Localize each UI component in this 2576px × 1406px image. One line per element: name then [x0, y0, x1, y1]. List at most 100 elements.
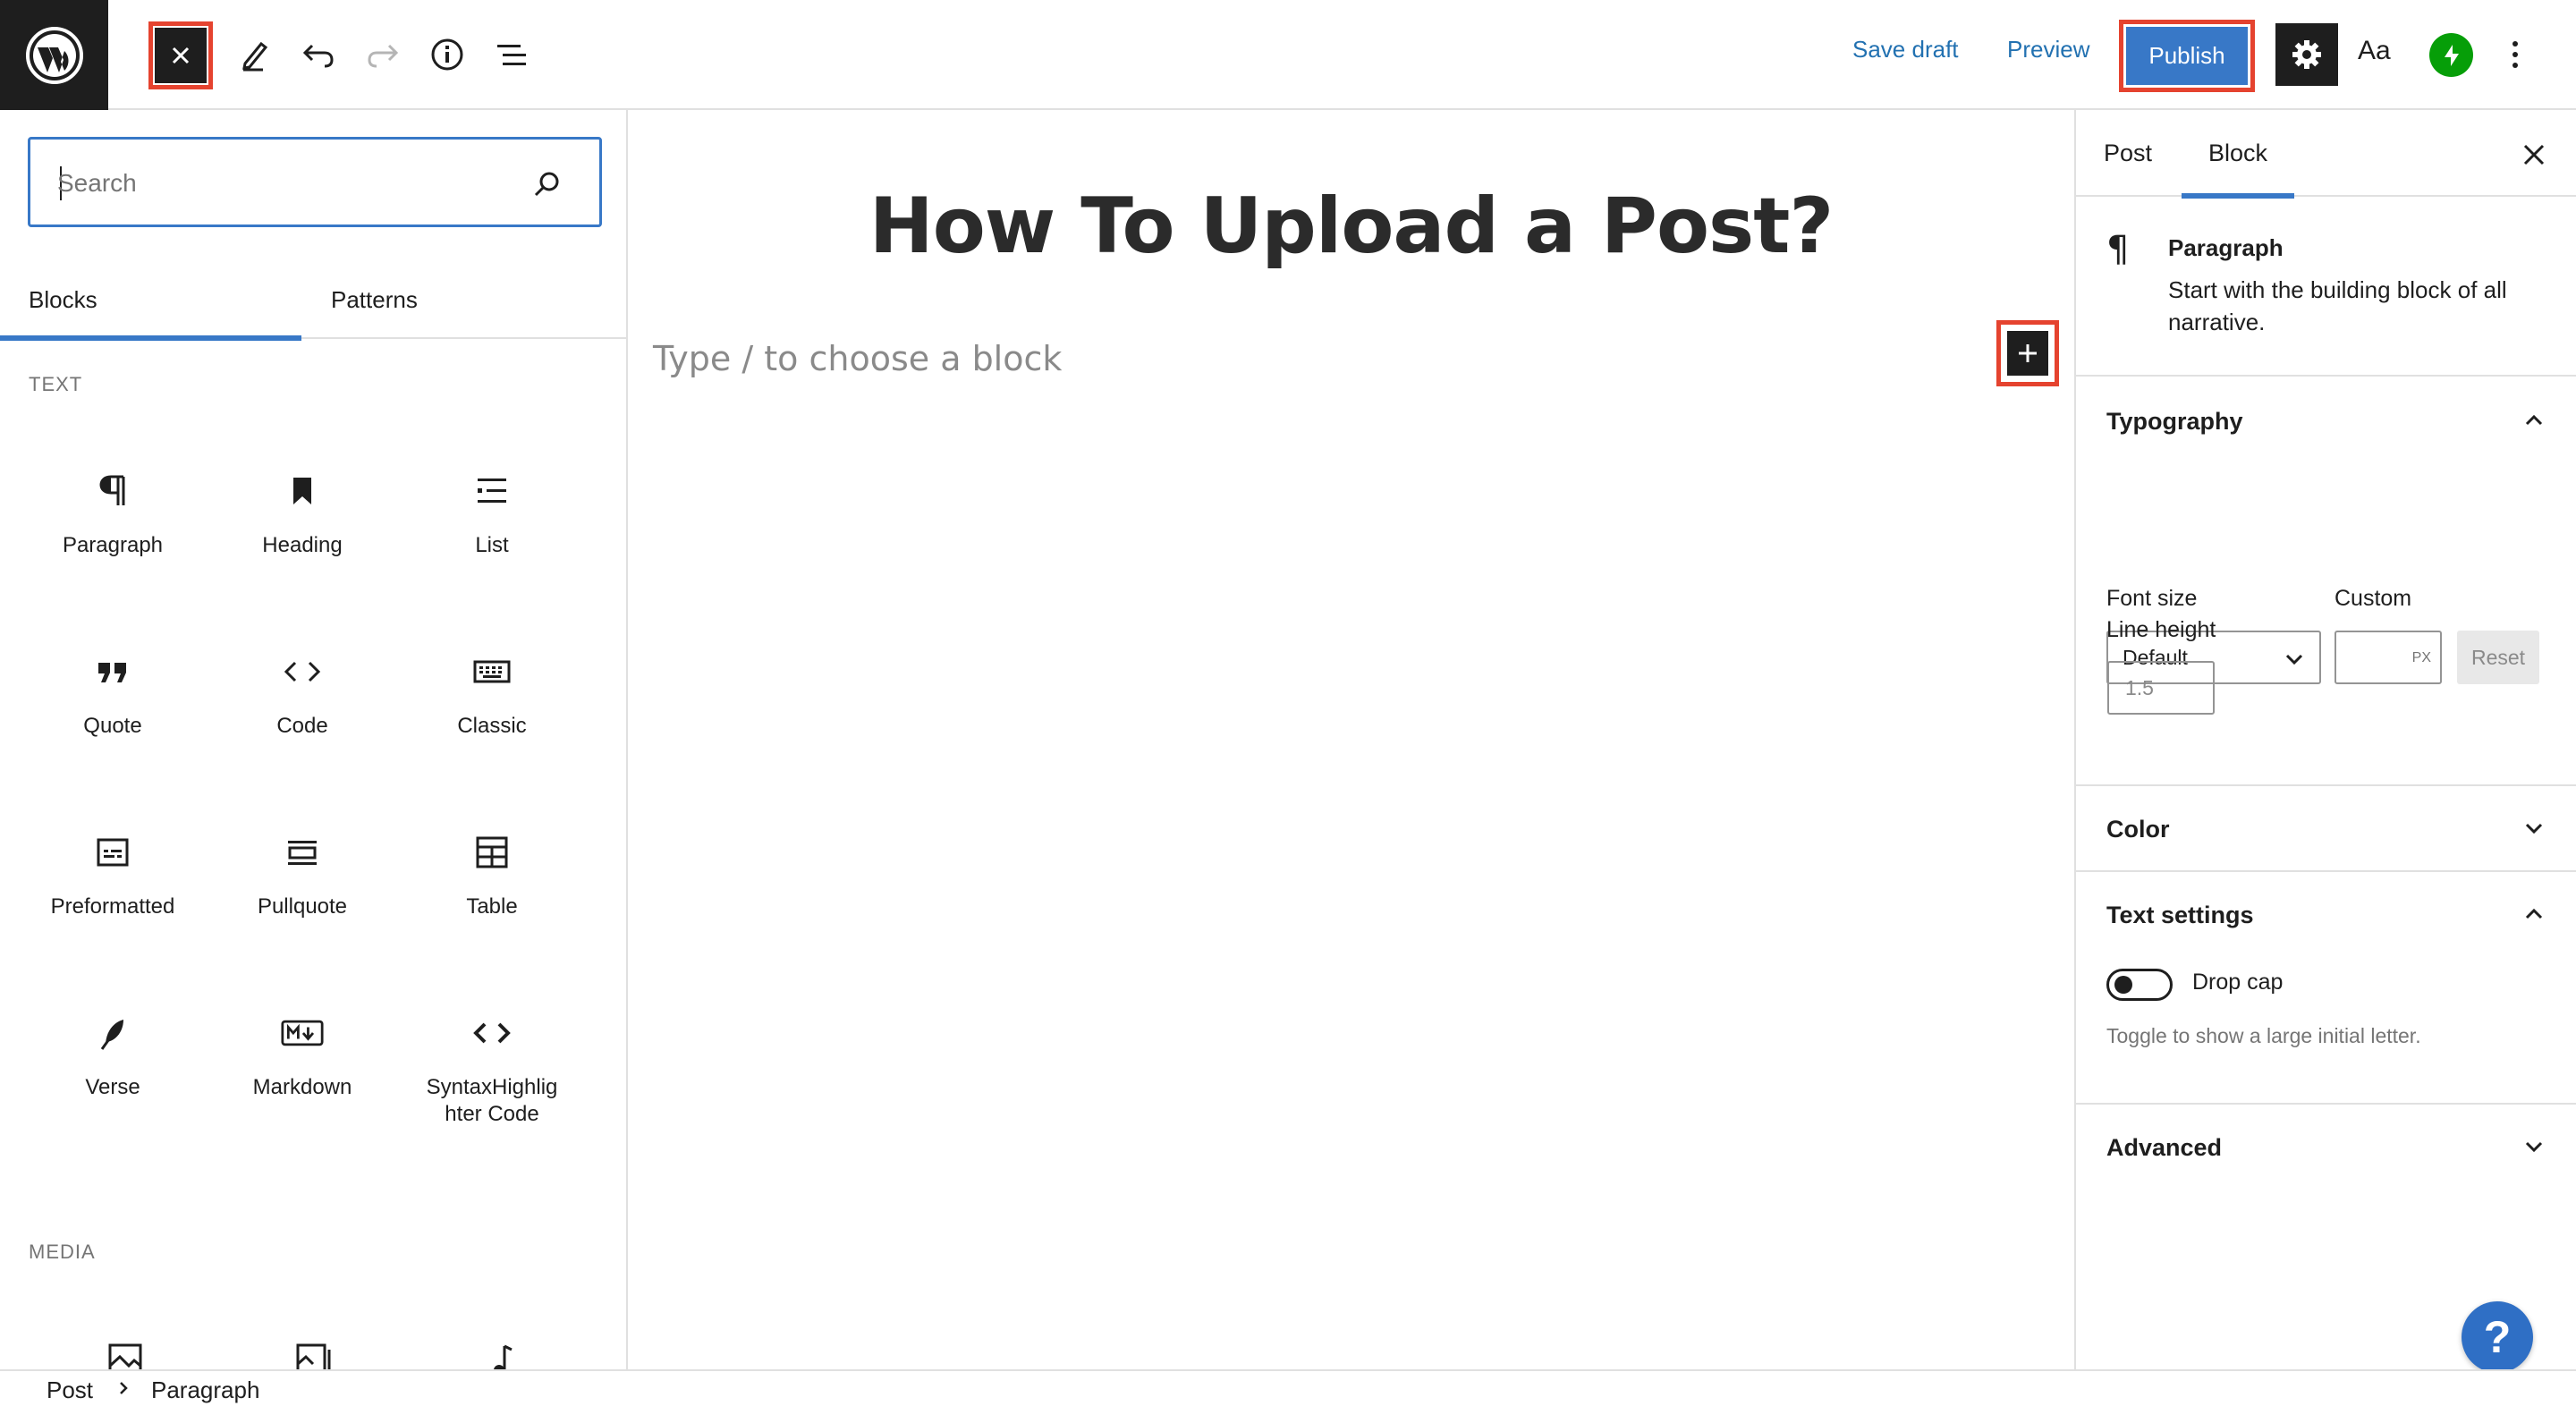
- block-item-syntaxhighlighter-code[interactable]: SyntaxHighlighter Code: [397, 974, 587, 1155]
- paragraph-icon: [91, 470, 134, 512]
- publish-highlight: Publish: [2119, 20, 2255, 92]
- drop-cap-help: Toggle to show a large initial letter.: [2106, 1024, 2421, 1047]
- details-button[interactable]: [416, 23, 479, 86]
- typography-panel-toggle[interactable]: Typography: [2076, 378, 2576, 462]
- unit-label: PX: [2411, 650, 2431, 665]
- image-icon: [107, 1342, 143, 1369]
- search-icon: [534, 172, 559, 197]
- block-item-label: Pullquote: [257, 894, 348, 919]
- advanced-panel-toggle[interactable]: Advanced: [2076, 1105, 2576, 1189]
- block-item-label: Code: [276, 714, 328, 738]
- undo-icon: [302, 44, 334, 68]
- post-title[interactable]: How To Upload a Post?: [628, 182, 2074, 271]
- line-height-label: Line height: [2106, 617, 2216, 642]
- add-block-button[interactable]: [2007, 331, 2048, 376]
- category-label-text: TEXT: [29, 373, 83, 395]
- block-item-table[interactable]: Table: [397, 793, 587, 974]
- block-card: ¶ Paragraph Start with the building bloc…: [2076, 199, 2576, 377]
- table-icon: [470, 831, 513, 874]
- text-settings-panel-title: Text settings: [2106, 902, 2254, 928]
- redo-icon: [368, 44, 399, 68]
- tab-block[interactable]: Block: [2181, 110, 2295, 199]
- text-blocks-grid: Paragraph Heading List Quote Code Classi…: [18, 432, 608, 1155]
- code-icon: [470, 1012, 513, 1054]
- tools-button[interactable]: [223, 23, 285, 86]
- color-panel-title: Color: [2106, 816, 2170, 843]
- block-item-list[interactable]: List: [397, 432, 587, 613]
- tab-blocks[interactable]: Blocks: [0, 260, 301, 341]
- drop-cap-toggle[interactable]: [2106, 969, 2173, 1001]
- text-settings-panel-toggle[interactable]: Text settings: [2076, 872, 2576, 956]
- block-item-label: SyntaxHighlighter Code: [426, 1075, 558, 1126]
- block-search-field[interactable]: [28, 137, 602, 227]
- reset-font-size-button[interactable]: Reset: [2457, 631, 2539, 684]
- block-inserter-panel: Blocks Patterns .ins-tab.active::after{l…: [0, 110, 628, 1369]
- block-card-title: Paragraph: [2168, 234, 2284, 261]
- info-icon: [431, 38, 463, 71]
- empty-block-placeholder[interactable]: Type / to choose a block: [653, 339, 1062, 378]
- add-block-highlight: [1996, 320, 2059, 386]
- inserter-tabs: Blocks Patterns: [0, 260, 626, 341]
- list-icon: [470, 470, 513, 512]
- more-options-button[interactable]: [2497, 32, 2533, 77]
- block-search-input[interactable]: [57, 165, 522, 202]
- wordpress-logo-button[interactable]: [0, 0, 108, 110]
- publish-button[interactable]: Publish: [2126, 27, 2248, 85]
- breadcrumb-item-post[interactable]: Post: [47, 1376, 93, 1404]
- drop-cap-label: Drop cap: [2192, 970, 2284, 995]
- close-icon: [172, 47, 190, 64]
- audio-icon: [488, 1342, 515, 1369]
- block-item-code[interactable]: Code: [208, 613, 397, 793]
- settings-sidebar: Post Block ¶ Paragraph Start with the bu…: [2074, 110, 2576, 1369]
- block-item-label: List: [475, 533, 509, 557]
- custom-font-size-input[interactable]: PX: [2334, 631, 2442, 684]
- block-item-label: Heading: [262, 533, 343, 557]
- quote-icon: [91, 650, 134, 693]
- block-item-quote[interactable]: Quote: [18, 613, 208, 793]
- block-item-pullquote[interactable]: Pullquote: [208, 793, 397, 974]
- advanced-panel-title: Advanced: [2106, 1134, 2223, 1161]
- color-panel-toggle[interactable]: Color: [2076, 786, 2576, 870]
- editor-header: Save draft Preview Publish Aa: [0, 0, 2576, 110]
- block-item-markdown[interactable]: Markdown: [208, 974, 397, 1155]
- block-item-label: Classic: [457, 714, 527, 738]
- dot-icon: [2512, 63, 2518, 68]
- chevron-right-icon: [120, 1382, 128, 1394]
- redo-button[interactable]: [352, 23, 414, 86]
- help-button[interactable]: ?: [2462, 1301, 2533, 1373]
- undo-button[interactable]: [287, 23, 350, 86]
- tab-patterns[interactable]: Patterns: [331, 260, 418, 339]
- block-item-verse[interactable]: Verse: [18, 974, 208, 1155]
- block-item-heading[interactable]: Heading: [208, 432, 397, 613]
- bookmark-icon: [281, 470, 324, 512]
- line-height-input[interactable]: 1.5: [2107, 661, 2215, 715]
- block-item-preformatted[interactable]: Preformatted: [18, 793, 208, 974]
- paragraph-icon: ¶: [2106, 229, 2130, 270]
- block-item-label: Verse: [85, 1075, 140, 1099]
- tab-post-label: Post: [2104, 140, 2153, 166]
- close-sidebar-icon[interactable]: [2516, 137, 2552, 173]
- close-inserter-button[interactable]: [148, 21, 213, 89]
- settings-button[interactable]: [2275, 23, 2338, 86]
- font-size-label: Font size: [2106, 586, 2198, 611]
- block-item-paragraph[interactable]: Paragraph: [18, 432, 208, 613]
- toggle-knob: [2114, 976, 2132, 994]
- typography-panel-title: Typography: [2106, 408, 2243, 435]
- markdown-icon: [281, 1012, 324, 1054]
- jetpack-button[interactable]: [2429, 33, 2473, 77]
- breadcrumb-item-paragraph[interactable]: Paragraph: [151, 1376, 259, 1404]
- editor-canvas: How To Upload a Post? Type / to choose a…: [628, 110, 2074, 1369]
- block-breadcrumb: Post Paragraph: [0, 1369, 2576, 1406]
- chevron-down-icon: [2525, 823, 2543, 834]
- pullquote-icon: [281, 831, 324, 874]
- styles-button[interactable]: Aa: [2358, 36, 2391, 66]
- save-draft-button[interactable]: Save draft: [1852, 36, 1959, 64]
- sidebar-tabs: Post Block: [2076, 110, 2576, 199]
- block-card-description: Start with the building block of all nar…: [2168, 276, 2507, 335]
- tab-post[interactable]: Post: [2104, 110, 2152, 197]
- list-view-button[interactable]: [480, 23, 543, 86]
- tab-patterns-label: Patterns: [331, 285, 418, 313]
- preview-button[interactable]: Preview: [2007, 36, 2089, 64]
- dot-icon: [2512, 52, 2518, 57]
- block-item-classic[interactable]: Classic: [397, 613, 587, 793]
